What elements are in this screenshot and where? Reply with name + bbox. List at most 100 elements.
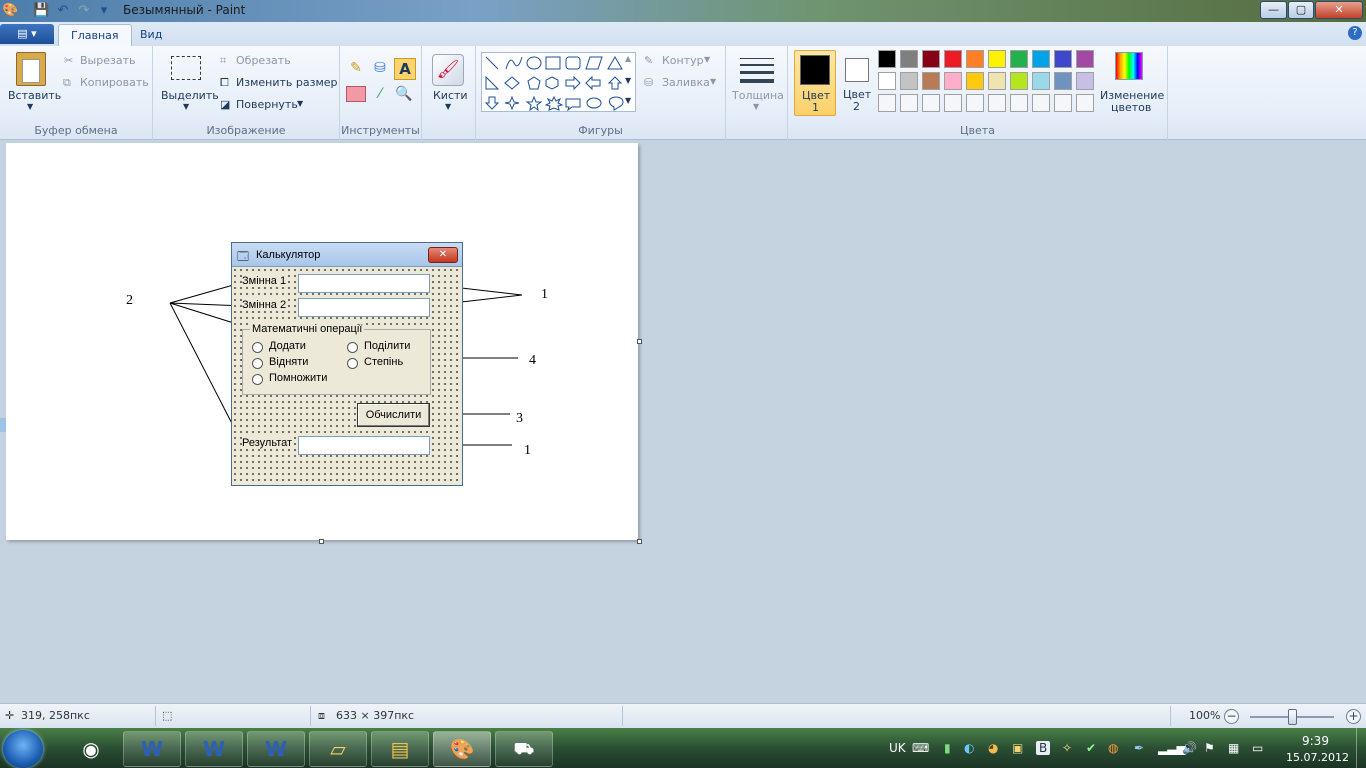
color-swatch[interactable] bbox=[1010, 72, 1028, 90]
tray-flag-icon[interactable]: ⚑ bbox=[1204, 741, 1215, 755]
taskbar-explorer-icon[interactable]: ▤ bbox=[371, 731, 429, 767]
color-swatch[interactable] bbox=[988, 72, 1006, 90]
tray-ccleaner-icon[interactable]: ◐ bbox=[964, 741, 974, 755]
zoom-slider-thumb[interactable] bbox=[1288, 709, 1297, 725]
color-swatch[interactable] bbox=[1032, 72, 1050, 90]
shapes-more-icon[interactable]: ▼ bbox=[625, 96, 631, 105]
customize-quick-access-icon[interactable]: ▾ bbox=[96, 3, 112, 19]
taskbar-paint-icon[interactable]: 🎨 bbox=[433, 731, 491, 767]
edit-colors-icon[interactable] bbox=[1115, 52, 1143, 80]
magnifier-icon[interactable]: 🔍 bbox=[394, 84, 414, 104]
canvas-resize-handle-right[interactable] bbox=[637, 339, 642, 344]
app-menu-button[interactable]: ▤ ▾ bbox=[0, 24, 54, 44]
tray-keyboard-icon[interactable]: ⌨ bbox=[912, 741, 929, 755]
empty-color-swatch[interactable] bbox=[1032, 94, 1050, 112]
outline-dropdown-icon[interactable]: ▼ bbox=[704, 55, 710, 64]
redo-icon[interactable]: ↷ bbox=[76, 3, 92, 19]
outline-button[interactable]: Контур bbox=[662, 54, 704, 67]
empty-color-swatch[interactable] bbox=[900, 94, 918, 112]
select-dropdown-icon[interactable]: ▼ bbox=[183, 102, 189, 111]
paste-button[interactable]: Вставить bbox=[8, 89, 61, 102]
outline-icon[interactable]: ✎ bbox=[644, 54, 653, 67]
show-desktop-button[interactable] bbox=[1356, 728, 1366, 768]
color-swatch[interactable] bbox=[966, 50, 984, 68]
color-swatch[interactable] bbox=[944, 50, 962, 68]
brushes-dropdown-icon[interactable]: ▼ bbox=[445, 102, 451, 111]
tab-home[interactable]: Главная bbox=[58, 24, 132, 46]
empty-color-swatch[interactable] bbox=[988, 94, 1006, 112]
canvas-resize-handle-corner[interactable] bbox=[637, 539, 642, 544]
zoom-in-button[interactable]: + bbox=[1346, 709, 1361, 724]
rotate-button[interactable]: Повернуть bbox=[236, 98, 298, 111]
maximize-button[interactable]: ▢ bbox=[1288, 1, 1314, 19]
tray-odnoklassniki-icon[interactable]: ◍ bbox=[1108, 741, 1118, 755]
color-swatch[interactable] bbox=[966, 72, 984, 90]
tray-package-icon[interactable]: ▣ bbox=[1012, 741, 1023, 755]
tray-app-icon[interactable]: ◕ bbox=[988, 741, 998, 755]
shapes-scroll-down-icon[interactable]: ▼ bbox=[625, 76, 631, 85]
minimize-button[interactable]: — bbox=[1260, 1, 1287, 19]
undo-icon[interactable]: ↶ bbox=[55, 3, 71, 19]
taskbar-notes-icon[interactable]: ▱ bbox=[309, 731, 367, 767]
clock-time[interactable]: 9:39 bbox=[1302, 734, 1329, 748]
brushes-button[interactable]: Кисти bbox=[433, 89, 468, 102]
tray-display-icon[interactable]: ▭ bbox=[1252, 741, 1263, 755]
color-swatch[interactable] bbox=[1032, 50, 1050, 68]
language-indicator[interactable]: UK bbox=[889, 741, 906, 755]
empty-color-swatch[interactable] bbox=[1076, 94, 1094, 112]
tray-battery-icon[interactable]: ▮ bbox=[944, 741, 951, 755]
color-swatch[interactable] bbox=[1054, 72, 1072, 90]
resize-icon[interactable]: ⧠ bbox=[220, 76, 229, 90]
taskbar-word-icon[interactable]: W bbox=[123, 731, 181, 767]
color1-button[interactable]: Цвет 1 bbox=[794, 50, 836, 116]
empty-color-swatch[interactable] bbox=[878, 94, 896, 112]
size-button[interactable]: Толщина bbox=[732, 89, 784, 102]
color-swatch[interactable] bbox=[944, 72, 962, 90]
canvas-resize-handle-bottom[interactable] bbox=[319, 539, 324, 544]
rotate-icon[interactable]: ◪ bbox=[220, 98, 230, 111]
resize-button[interactable]: Изменить размер bbox=[236, 76, 338, 89]
pencil-icon[interactable]: ✎ bbox=[346, 58, 366, 78]
color-swatch[interactable] bbox=[900, 50, 918, 68]
color2-button[interactable]: Цвет 2 bbox=[842, 50, 872, 116]
tray-volume-icon[interactable]: 🔊 bbox=[1182, 741, 1197, 755]
color-swatch[interactable] bbox=[878, 50, 896, 68]
clock-date[interactable]: 15.07.2012 bbox=[1286, 751, 1349, 764]
paste-dropdown-icon[interactable]: ▼ bbox=[27, 102, 33, 111]
color-swatch[interactable] bbox=[900, 72, 918, 90]
empty-color-swatch[interactable] bbox=[922, 94, 940, 112]
color-swatch[interactable] bbox=[1076, 72, 1094, 90]
tray-check-icon[interactable]: ✔ bbox=[1086, 741, 1096, 755]
crop-button[interactable]: Обрезать bbox=[236, 54, 291, 67]
line-thickness-icon[interactable] bbox=[740, 56, 774, 83]
tray-network-icon[interactable]: ▦ bbox=[1228, 741, 1239, 755]
close-button[interactable]: ✕ bbox=[1315, 1, 1363, 19]
taskbar-webcam-icon[interactable]: ◉ bbox=[62, 731, 120, 767]
copy-button[interactable]: Копировать bbox=[80, 76, 149, 89]
taskbar-word3-icon[interactable]: W bbox=[247, 731, 305, 767]
color-swatch[interactable] bbox=[922, 50, 940, 68]
rotate-dropdown-icon[interactable]: ▼ bbox=[297, 99, 303, 108]
text-tool-icon[interactable]: A bbox=[394, 58, 416, 80]
crop-icon[interactable]: ⌗ bbox=[220, 54, 226, 68]
tray-wand-icon[interactable]: ✧ bbox=[1062, 741, 1072, 755]
paste-icon[interactable] bbox=[16, 52, 46, 86]
empty-color-swatch[interactable] bbox=[966, 94, 984, 112]
brush-icon[interactable]: 🖌 bbox=[432, 54, 464, 86]
size-dropdown-icon[interactable]: ▼ bbox=[753, 102, 759, 111]
color-swatch[interactable] bbox=[878, 72, 896, 90]
color-swatch[interactable] bbox=[1010, 50, 1028, 68]
cut-icon[interactable]: ✂ bbox=[64, 54, 73, 67]
empty-color-swatch[interactable] bbox=[1054, 94, 1072, 112]
fill-button[interactable]: Заливка bbox=[662, 76, 710, 89]
fill-bucket-icon[interactable]: ⛁ bbox=[370, 58, 390, 78]
empty-color-swatch[interactable] bbox=[1010, 94, 1028, 112]
tab-view[interactable]: Вид bbox=[128, 24, 174, 46]
eraser-icon[interactable] bbox=[346, 86, 366, 102]
shapes-gallery[interactable] bbox=[481, 52, 636, 112]
color-swatch[interactable] bbox=[1054, 50, 1072, 68]
taskbar-word2-icon[interactable]: W bbox=[185, 731, 243, 767]
select-icon[interactable] bbox=[171, 56, 201, 80]
color-swatch[interactable] bbox=[988, 50, 1006, 68]
empty-color-swatch[interactable] bbox=[944, 94, 962, 112]
